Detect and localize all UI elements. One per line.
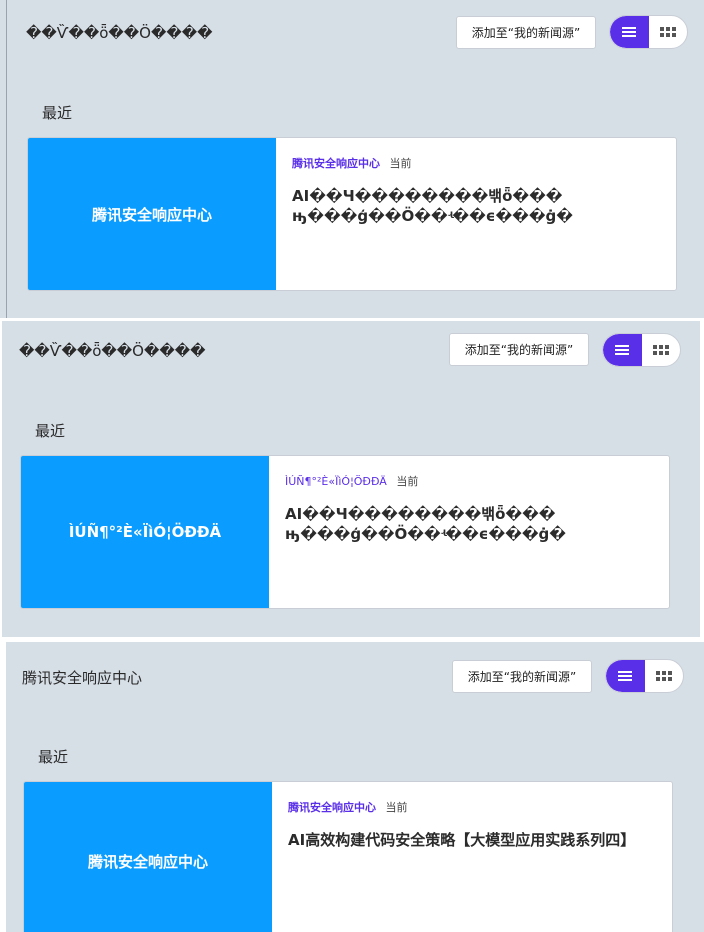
- grid-view-icon: [652, 345, 669, 355]
- article-headline[interactable]: AI��Ч��������밲ȫ��� ԣ���ģ��Ӧ��ʵ��ϵ���ġ�: [292, 186, 662, 226]
- grid-view-icon: [655, 671, 672, 681]
- panel-left-border: [6, 0, 7, 318]
- headline-line-2: ԣ���ģ��Ӧ��ʵ��ϵ���ġ�: [292, 207, 573, 225]
- article-time: 当前: [389, 157, 412, 170]
- view-toggle: [609, 15, 688, 49]
- grid-view-button[interactable]: [642, 334, 681, 366]
- headline-line-1: AI高效构建代码安全策略【大模型应用实践系列四】: [288, 831, 636, 849]
- article-meta: ÌÚÑ¶°²È«ÏìÓ¦ÖÐÐÄ 当前: [285, 473, 418, 489]
- list-view-icon: [618, 671, 633, 681]
- screenshot-stack: ��Ѷ��ȫ��Ӧ���� 添加至“我的新闻源” 最近 腾讯安全响应中心 腾讯安…: [0, 0, 704, 932]
- article-thumbnail[interactable]: 腾讯安全响应中心: [28, 138, 276, 290]
- article-meta: 腾讯安全响应中心 当前: [288, 799, 408, 815]
- article-headline[interactable]: AI高效构建代码安全策略【大模型应用实践系列四】: [288, 830, 658, 850]
- list-view-button[interactable]: [610, 16, 649, 48]
- feed-panel-1: ��Ѷ��ȫ��Ӧ���� 添加至“我的新闻源” 最近 腾讯安全响应中心 腾讯安…: [0, 0, 704, 318]
- add-to-my-feeds-button[interactable]: 添加至“我的新闻源”: [456, 16, 596, 49]
- feed-panel-2: ��Ѷ��ȫ��Ӧ���� 添加至“我的新闻源” 最近 ÌÚÑ¶°²È«ÏìÓ¦…: [2, 321, 700, 637]
- grid-view-button[interactable]: [645, 660, 684, 692]
- feed-panel-3: 腾讯安全响应中心 添加至“我的新闻源” 最近 腾讯安全响应中心 腾讯安全响应中心…: [6, 642, 704, 932]
- feed-title: ��Ѷ��ȫ��Ӧ����: [26, 24, 213, 42]
- article-time: 当前: [385, 801, 408, 814]
- add-to-my-feeds-button[interactable]: 添加至“我的新闻源”: [449, 333, 589, 366]
- view-toggle: [605, 659, 684, 693]
- grid-view-icon: [659, 27, 676, 37]
- screenshot-divider: [0, 637, 704, 640]
- section-label-recent: 最近: [42, 104, 73, 122]
- list-view-button[interactable]: [603, 334, 642, 366]
- article-thumbnail[interactable]: 腾讯安全响应中心: [24, 782, 272, 932]
- thumbnail-text: 腾讯安全响应中心: [87, 852, 208, 871]
- view-toggle: [602, 333, 681, 367]
- article-source[interactable]: 腾讯安全响应中心: [292, 157, 380, 170]
- feed-title: 腾讯安全响应中心: [22, 669, 143, 687]
- article-source[interactable]: 腾讯安全响应中心: [288, 801, 376, 814]
- article-card[interactable]: 腾讯安全响应中心 腾讯安全响应中心 当前 AI高效构建代码安全策略【大模型应用实…: [23, 781, 673, 932]
- headline-line-2: ԣ���ģ��Ӧ��ʵ��ϵ���ġ�: [285, 525, 566, 543]
- article-card[interactable]: 腾讯安全响应中心 腾讯安全响应中心 当前 AI��Ч��������밲ȫ��� …: [27, 137, 677, 291]
- article-card[interactable]: ÌÚÑ¶°²È«ÏìÓ¦ÖÐÐÄ ÌÚÑ¶°²È«ÏìÓ¦ÖÐÐÄ 当前 AI�…: [20, 455, 670, 609]
- feed-title: ��Ѷ��ȫ��Ӧ����: [19, 342, 206, 360]
- list-view-icon: [615, 345, 630, 355]
- thumbnail-text: ÌÚÑ¶°²È«ÏìÓ¦ÖÐÐÄ: [68, 523, 222, 541]
- headline-line-1: AI��Ч��������밲ȫ���: [292, 187, 563, 205]
- thumbnail-text: 腾讯安全响应中心: [91, 205, 212, 224]
- list-view-button[interactable]: [606, 660, 645, 692]
- article-source[interactable]: ÌÚÑ¶°²È«ÏìÓ¦ÖÐÐÄ: [285, 475, 387, 488]
- article-headline[interactable]: AI��Ч��������밲ȫ��� ԣ���ģ��Ӧ��ʵ��ϵ���ġ�: [285, 504, 655, 544]
- add-to-my-feeds-button[interactable]: 添加至“我的新闻源”: [452, 660, 592, 693]
- article-thumbnail[interactable]: ÌÚÑ¶°²È«ÏìÓ¦ÖÐÐÄ: [21, 456, 269, 608]
- section-label-recent: 最近: [35, 422, 66, 440]
- headline-line-1: AI��Ч��������밲ȫ���: [285, 505, 556, 523]
- article-meta: 腾讯安全响应中心 当前: [292, 155, 412, 171]
- grid-view-button[interactable]: [649, 16, 688, 48]
- article-time: 当前: [396, 475, 419, 488]
- list-view-icon: [622, 27, 637, 37]
- section-label-recent: 最近: [38, 748, 69, 766]
